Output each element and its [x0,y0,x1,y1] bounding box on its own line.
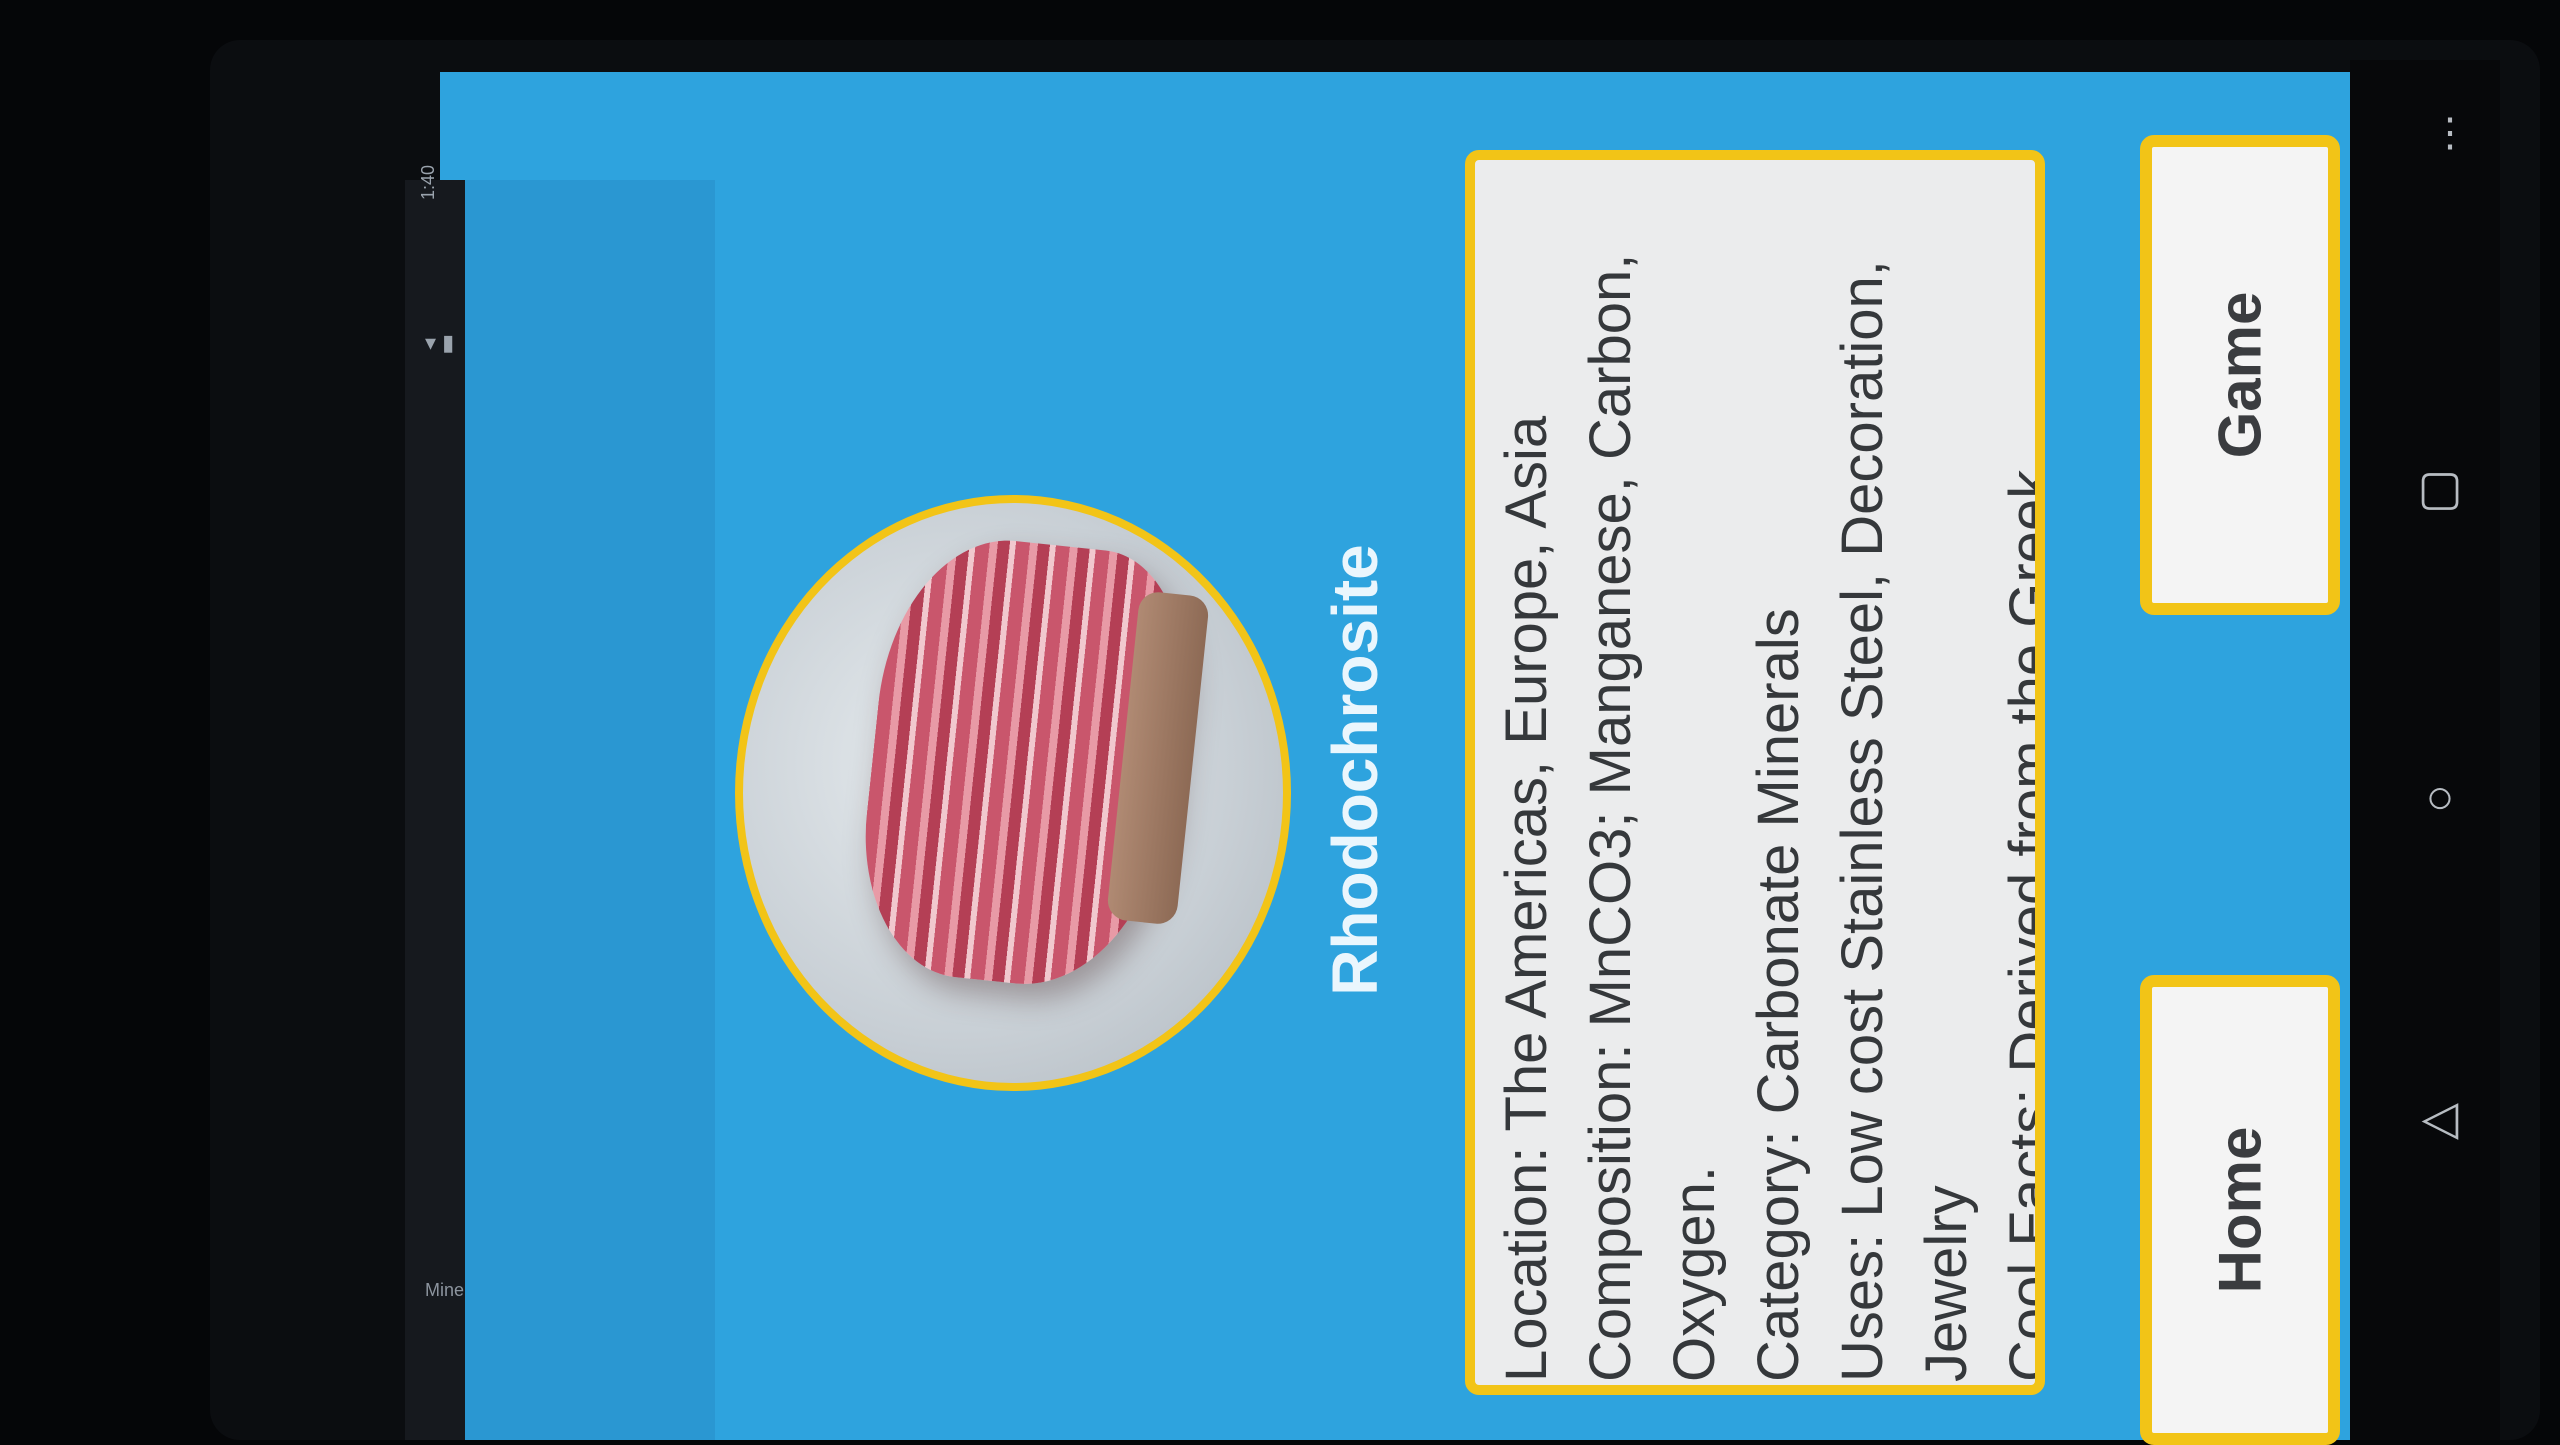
info-composition: Composition: MnCO3; Manganese, Carbon, O… [1578,253,1727,1382]
recents-icon[interactable]: ▢ [2410,460,2470,516]
game-button-label: Game [2206,291,2274,459]
mineral-title: Rhodochrosite [1319,544,1391,996]
home-button[interactable]: Home [2140,975,2340,1445]
navigation-bar [2350,60,2500,1440]
top-strip [465,180,715,1440]
info-box[interactable]: Location: The Americas, Europe, Asia Com… [1465,150,2045,1395]
info-category: Category: Carbonate Minerals [1746,608,1811,1382]
status-icons: ▾ ▮ [425,330,455,355]
status-time: 1:40 [418,164,438,200]
info-cool-facts: Cool Facts: Derived from the Greek [1998,469,2045,1382]
overflow-menu-icon[interactable]: ⋮ [2420,110,2480,156]
home-button-label: Home [2206,1126,2274,1294]
mineral-photo [735,495,1291,1091]
back-icon[interactable]: ◁ [2410,1090,2470,1146]
info-uses: Uses: Low cost Stainless Steel, Decorati… [1830,260,1979,1382]
game-button[interactable]: Game [2140,135,2340,615]
home-nav-icon[interactable]: ○ [2410,770,2470,825]
info-location: Location: The Americas, Europe, Asia [1494,415,1559,1382]
status-bar [405,180,465,1440]
info-text: Location: The Americas, Europe, Asia Com… [1485,160,2045,1385]
